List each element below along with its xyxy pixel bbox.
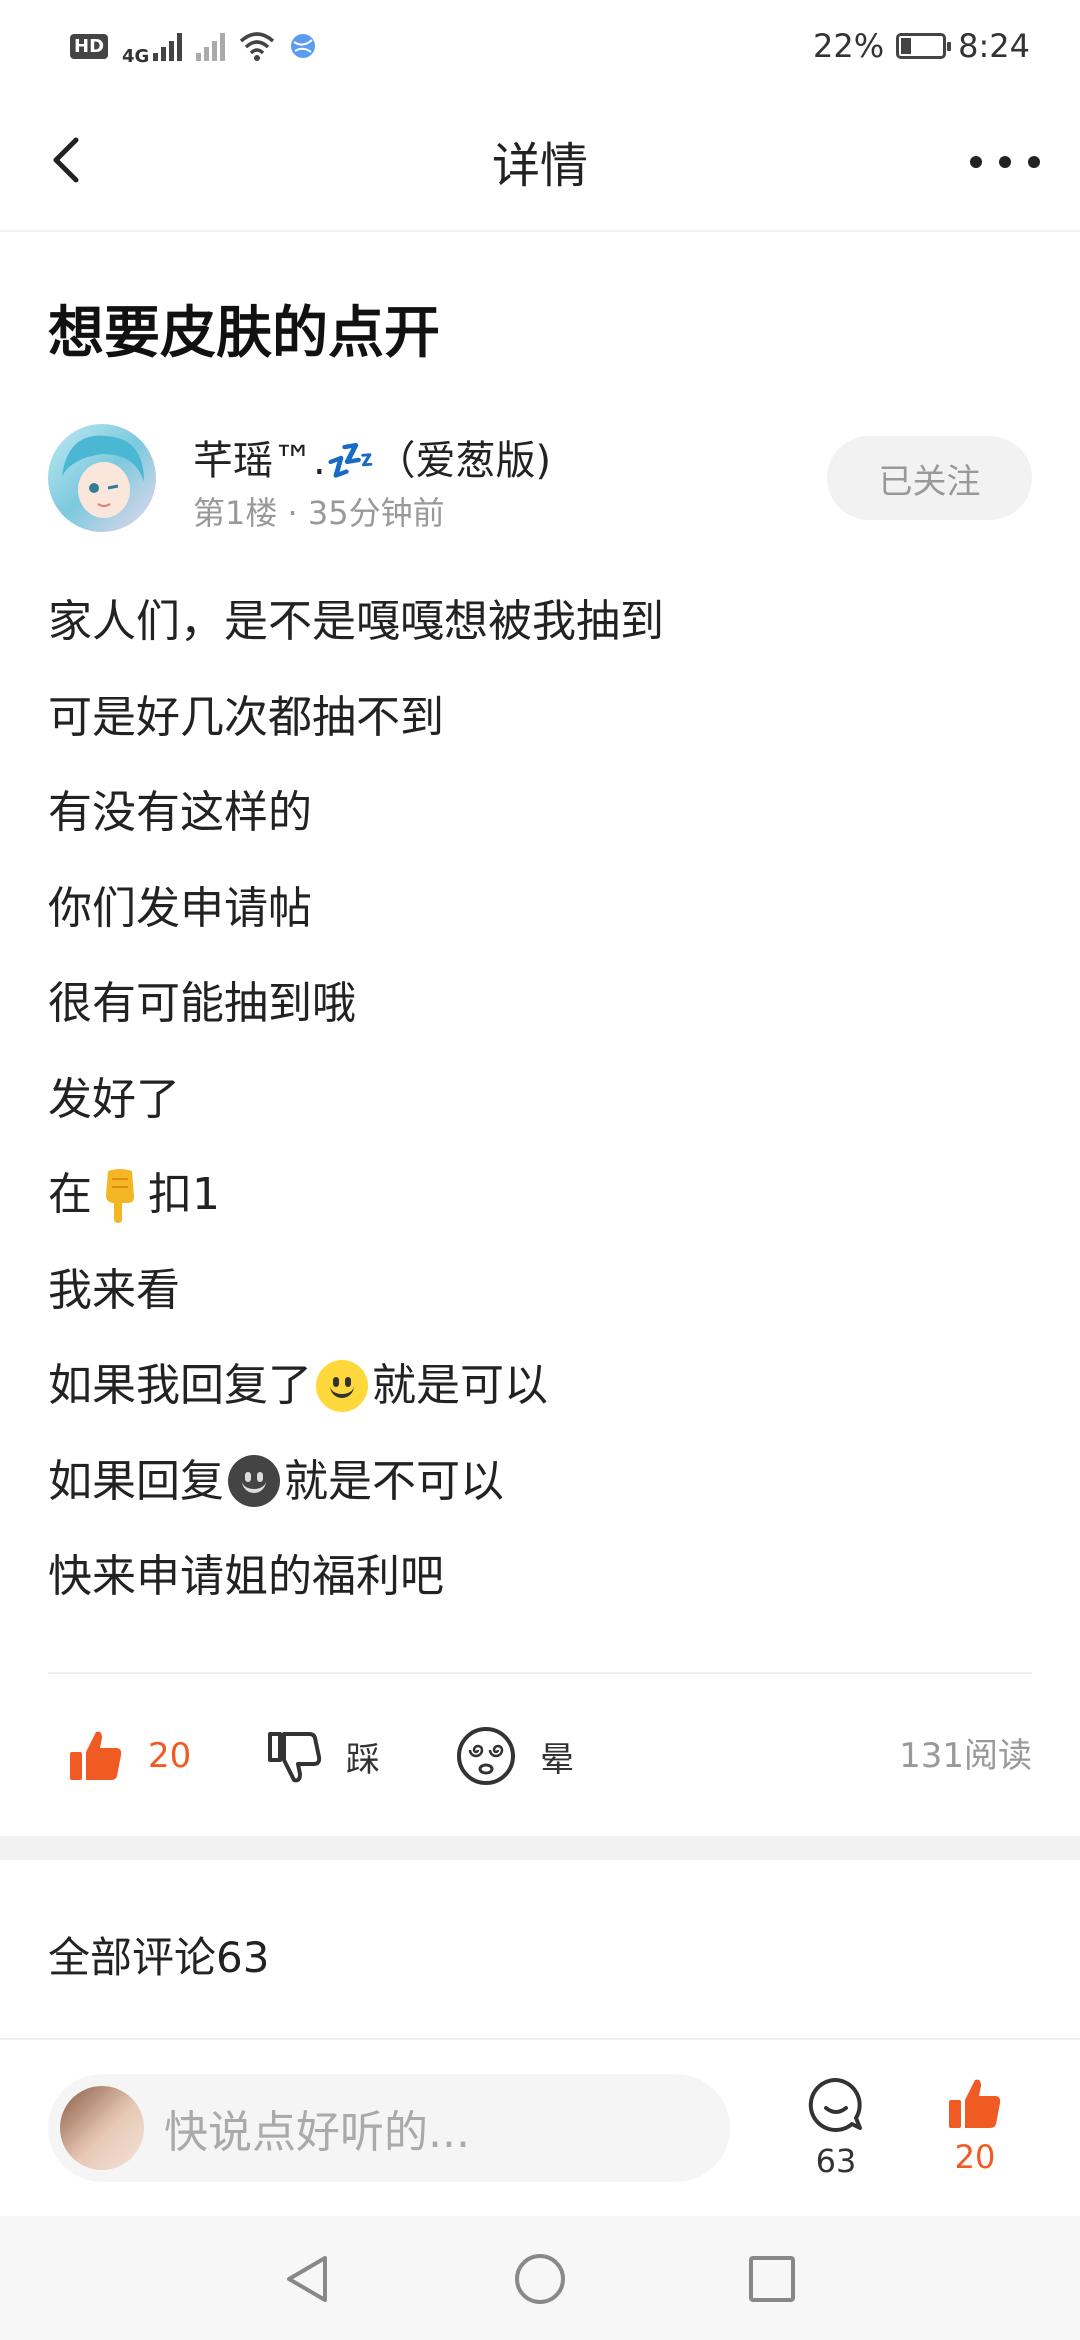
dislike-button[interactable]: 踩: [266, 1706, 380, 1806]
comment-bubble-icon: [808, 2077, 862, 2132]
clock: 8:24: [958, 27, 1030, 65]
section-separator: [0, 1836, 1080, 1860]
dizzy-label: 晕: [540, 1739, 574, 1780]
dark-smiling-face-icon: [228, 1455, 280, 1508]
comments-title: 全部评论63: [48, 1933, 270, 1982]
page-title: 详情: [491, 138, 588, 194]
status-bar: HD 4G 22% 8:24: [0, 0, 1080, 92]
signal-icon: [153, 31, 183, 61]
comment-button[interactable]: 63: [786, 2076, 886, 2186]
header-bar: 详情: [0, 92, 1080, 232]
comment-input-placeholder: 快说点好听的...: [164, 2107, 470, 2158]
post-line-text: 就是可以: [372, 1360, 548, 1411]
post-line-text: 如果我回复了: [48, 1360, 312, 1411]
battery-icon: [896, 33, 952, 59]
bottom-like-button[interactable]: 20: [925, 2076, 1025, 2186]
like-count: 20: [148, 1736, 192, 1776]
slightly-smiling-face-icon: [316, 1359, 368, 1412]
comment-input-bar: 快说点好听的... 63 20: [0, 2038, 1080, 2216]
network-label: 4G: [122, 45, 150, 67]
divider: [48, 1672, 1032, 1674]
post-line: 发好了: [48, 1073, 180, 1125]
more-dots-icon: [970, 156, 982, 168]
author-row: 芊瑶™.💤（爱葱版) 第1楼 · 35分钟前 已关注: [48, 420, 1032, 532]
chevron-left-icon: [53, 137, 79, 183]
post-line: 如果回复 就是不可以: [48, 1434, 1032, 1530]
post-title: 想要皮肤的点开: [48, 301, 440, 366]
post-body: 家人们，是不是嘎嘎想被我抽到 可是好几次都抽不到 有没有这样的 你们发申请帖 很…: [48, 574, 1032, 1625]
comment-input[interactable]: 快说点好听的...: [48, 2074, 730, 2182]
comment-count: 63: [815, 2142, 857, 2180]
square-recent-icon: [749, 2256, 795, 2302]
thumbs-up-icon: [949, 2079, 1001, 2128]
bottom-like-count: 20: [954, 2138, 996, 2176]
author-meta: 第1楼 · 35分钟前: [193, 494, 445, 532]
status-left: HD 4G: [70, 26, 317, 67]
hd-badge: HD: [70, 33, 109, 59]
battery-percent: 22%: [813, 27, 885, 65]
post-line: 在 扣1: [48, 1147, 1032, 1243]
avatar: [60, 2086, 144, 2170]
status-right: 22% 8:24: [813, 27, 1030, 65]
post-line: 我来看: [48, 1264, 180, 1316]
system-nav-bar: [0, 2216, 1080, 2340]
avatar[interactable]: [48, 424, 156, 532]
circle-home-icon: [515, 2254, 565, 2304]
post-line-text: 就是不可以: [284, 1455, 504, 1507]
back-button[interactable]: [40, 130, 100, 190]
post-line-text: 在: [48, 1169, 92, 1220]
post-line: 很有可能抽到哦: [48, 978, 356, 1029]
dislike-label: 踩: [346, 1739, 380, 1780]
post-line: 如果我回复了 就是可以: [48, 1338, 1032, 1434]
more-button[interactable]: [970, 132, 1040, 192]
nav-back-button[interactable]: [281, 2252, 335, 2306]
post-line: 有没有这样的: [48, 787, 312, 838]
post-line: 你们发申请帖: [48, 882, 312, 934]
nav-recent-button[interactable]: [745, 2252, 799, 2306]
pointing-down-hand-icon: [94, 1167, 146, 1223]
triangle-back-icon: [287, 2256, 327, 2302]
globe-icon: [291, 34, 316, 58]
wifi-icon: [240, 32, 275, 61]
thumbs-down-icon: [268, 1732, 322, 1783]
avatar-illustration: [62, 435, 144, 518]
dizzy-face-icon: [457, 1727, 515, 1785]
nav-home-button[interactable]: [513, 2252, 567, 2306]
post-line: 快来申请姐的福利吧: [48, 1551, 444, 1602]
post-line-text: 扣1: [148, 1169, 220, 1220]
post-line: 家人们，是不是嘎嘎想被我抽到: [48, 596, 664, 647]
post-line: 可是好几次都抽不到: [48, 691, 444, 743]
thumbs-up-icon: [70, 1731, 122, 1780]
author-name[interactable]: 芊瑶™.💤（爱葱版): [193, 428, 551, 486]
like-button[interactable]: 20: [68, 1706, 191, 1806]
signal-secondary-icon: [196, 31, 226, 61]
follow-button[interactable]: 已关注: [827, 436, 1032, 520]
dizzy-button[interactable]: 晕: [456, 1706, 574, 1806]
post-actions: 20 踩 晕 131阅读: [48, 1706, 1032, 1806]
post-line-text: 如果回复: [48, 1455, 224, 1507]
read-count: 131阅读: [899, 1736, 1032, 1776]
